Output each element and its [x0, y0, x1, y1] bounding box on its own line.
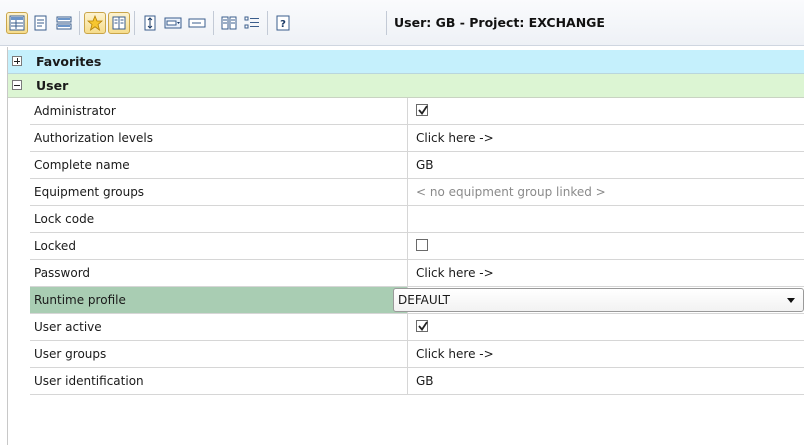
property-row-user-groups[interactable]: User groups Click here -> [30, 341, 804, 368]
toolbar-separator [134, 11, 135, 35]
grid-view-icon[interactable] [6, 12, 28, 34]
collapse-minus-icon[interactable] [12, 80, 22, 90]
property-name: Complete name [30, 152, 408, 178]
list-view-icon[interactable] [53, 12, 75, 34]
property-row-user-active[interactable]: User active [30, 314, 804, 341]
property-name: Locked [30, 233, 408, 259]
property-name: Equipment groups [30, 179, 408, 205]
authorization-levels-link[interactable]: Click here -> [409, 125, 804, 151]
property-name: User groups [30, 341, 408, 367]
toolbar-separator [79, 11, 80, 35]
chevron-down-icon[interactable] [787, 298, 795, 303]
property-value [409, 98, 804, 124]
toolbar-separator [386, 11, 387, 35]
property-row-password[interactable]: Password Click here -> [30, 260, 804, 287]
property-name: Lock code [30, 206, 408, 232]
runtime-profile-dropdown[interactable]: DEFAULT [393, 288, 804, 312]
property-row-administrator[interactable]: Administrator [30, 98, 804, 125]
grid-gutter [0, 47, 8, 445]
expand-plus-icon[interactable] [12, 56, 22, 66]
help-icon[interactable]: ? [272, 12, 294, 34]
field-view-icon[interactable] [186, 12, 208, 34]
user-groups-link[interactable]: Click here -> [409, 341, 804, 367]
property-value [409, 314, 804, 340]
property-value [409, 233, 804, 259]
dropdown-selected-value: DEFAULT [398, 293, 450, 307]
property-row-locked[interactable]: Locked [30, 233, 804, 260]
form-view-icon[interactable] [30, 12, 52, 34]
property-name: Password [30, 260, 408, 286]
property-row-lock-code[interactable]: Lock code [30, 206, 804, 233]
sort-icon[interactable] [139, 12, 161, 34]
locked-checkbox[interactable] [416, 238, 428, 251]
property-row-complete-name[interactable]: Complete name GB [30, 152, 804, 179]
toolbar: ? User: GB - Project: EXCHANGE [0, 0, 804, 46]
property-list: Administrator Authorization levels Click… [30, 98, 804, 395]
toolbar-separator [213, 11, 214, 35]
equipment-groups-value[interactable]: < no equipment group linked > [409, 179, 804, 205]
property-name: Authorization levels [30, 125, 408, 151]
tree-icon[interactable] [241, 12, 263, 34]
lock-code-field[interactable] [409, 206, 804, 232]
combo-view-icon[interactable] [162, 12, 184, 34]
group-favorites[interactable]: Favorites [8, 50, 804, 74]
property-row-authorization-levels[interactable]: Authorization levels Click here -> [30, 125, 804, 152]
columns-icon[interactable] [218, 12, 240, 34]
property-row-runtime-profile[interactable]: Runtime profile DEFAULT [30, 287, 804, 314]
property-row-user-identification[interactable]: User identification GB [30, 368, 804, 395]
favorites-star-icon[interactable] [84, 12, 106, 34]
window-title: User: GB - Project: EXCHANGE [394, 15, 605, 30]
svg-text:?: ? [280, 19, 286, 30]
property-name: Administrator [30, 98, 408, 124]
group-user[interactable]: User [8, 74, 804, 98]
book-icon[interactable] [108, 12, 130, 34]
user-identification-field[interactable]: GB [409, 368, 804, 394]
group-label-favorites: Favorites [36, 54, 102, 69]
property-row-equipment-groups[interactable]: Equipment groups < no equipment group li… [30, 179, 804, 206]
property-name: User identification [30, 368, 408, 394]
complete-name-field[interactable]: GB [409, 152, 804, 178]
administrator-checkbox[interactable] [416, 103, 428, 116]
toolbar-separator [267, 11, 268, 35]
password-link[interactable]: Click here -> [409, 260, 804, 286]
group-label-user: User [36, 78, 69, 93]
property-grid: Favorites User Administrator Authorizati… [0, 47, 804, 445]
property-name: Runtime profile [30, 287, 408, 313]
property-name: User active [30, 314, 408, 340]
user-active-checkbox[interactable] [416, 319, 428, 332]
